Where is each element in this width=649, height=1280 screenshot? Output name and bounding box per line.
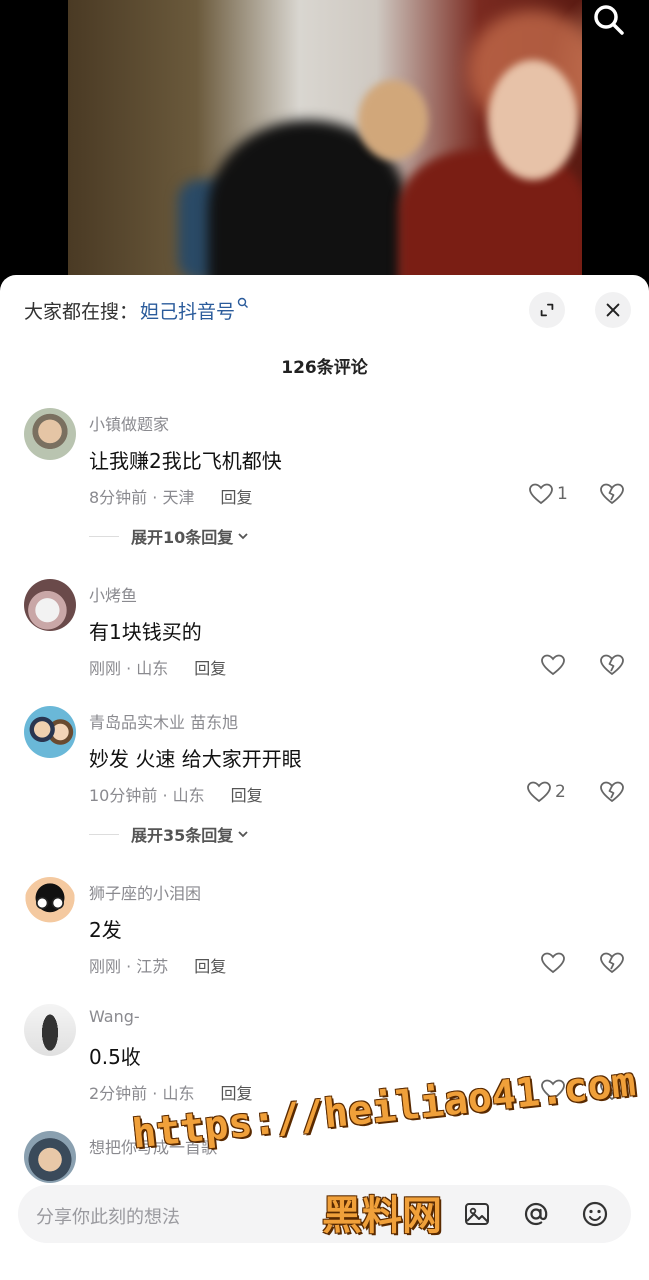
avatar[interactable]: [24, 579, 76, 631]
username[interactable]: 狮子座的小泪困: [89, 880, 201, 904]
expand-replies-label: 展开35条回复: [131, 826, 234, 845]
time-location: 10分钟前 · 山东: [89, 786, 205, 805]
broken-heart-icon: [600, 781, 624, 802]
avatar[interactable]: [24, 1004, 76, 1056]
like-count: 1: [557, 484, 568, 504]
search-icon[interactable]: [591, 2, 627, 38]
dislike-button[interactable]: [599, 951, 625, 975]
comment-text: 2发: [89, 918, 122, 942]
avatar[interactable]: [24, 408, 76, 460]
chevron-down-icon: [237, 825, 249, 844]
like-button[interactable]: 2: [526, 780, 566, 804]
time-location: 刚刚 · 山东: [89, 659, 169, 678]
dislike-button[interactable]: [599, 780, 625, 804]
comment-meta: 刚刚 · 江苏 回复: [89, 953, 226, 977]
like-button[interactable]: [540, 653, 566, 677]
like-button[interactable]: [540, 951, 566, 975]
expand-replies[interactable]: 展开10条回复: [89, 524, 249, 548]
heart-icon: [527, 781, 551, 803]
time-location: 8分钟前 · 天津: [89, 488, 195, 507]
close-icon: [606, 303, 620, 317]
reply-button[interactable]: 回复: [194, 655, 226, 679]
heart-icon: [529, 483, 553, 505]
avatar[interactable]: [24, 706, 76, 758]
expand-replies[interactable]: 展开35条回复: [89, 822, 249, 846]
at-mention-icon[interactable]: [520, 1198, 552, 1230]
comment-text: 妙发 火速 给大家开开眼: [89, 747, 302, 771]
comment-text: 0.5收: [89, 1045, 141, 1069]
like-count: 2: [555, 782, 566, 802]
heart-icon: [541, 952, 565, 974]
image-icon[interactable]: [461, 1198, 493, 1230]
broken-heart-icon: [600, 483, 624, 504]
reply-button[interactable]: 回复: [194, 953, 226, 977]
dislike-button[interactable]: [599, 482, 625, 506]
reply-button[interactable]: 回复: [231, 782, 263, 806]
sheet-header: 大家都在搜： 妲己抖音号: [0, 275, 649, 345]
broken-heart-icon: [600, 654, 624, 675]
avatar[interactable]: [24, 877, 76, 929]
heart-icon: [541, 654, 565, 676]
username[interactable]: 小烤鱼: [89, 582, 137, 606]
dislike-button[interactable]: [599, 653, 625, 677]
comment-meta: 10分钟前 · 山东 回复: [89, 782, 263, 806]
video-frame: [68, 0, 582, 300]
comment-meta: 8分钟前 · 天津 回复: [89, 484, 252, 508]
divider: [89, 535, 119, 537]
username[interactable]: 小镇做题家: [89, 411, 169, 435]
chevron-down-icon: [237, 527, 249, 546]
comment-text: 有1块钱买的: [89, 620, 202, 644]
emoji-icon[interactable]: [579, 1198, 611, 1230]
username[interactable]: Wang-: [89, 1007, 140, 1026]
comment-meta: 刚刚 · 山东 回复: [89, 655, 226, 679]
comment-input[interactable]: 分享你此刻的想法: [36, 1203, 180, 1229]
reply-button[interactable]: 回复: [220, 484, 252, 508]
time-location: 刚刚 · 江苏: [89, 957, 169, 976]
avatar[interactable]: [24, 1131, 76, 1183]
comment-text: 让我赚2我比飞机都快: [89, 449, 282, 473]
expand-icon: [540, 303, 554, 317]
watermark-name: 黑料网: [322, 1193, 442, 1239]
comment-meta: 2分钟前 · 山东 回复: [89, 1080, 252, 1104]
divider: [89, 833, 119, 835]
search-suggestion[interactable]: 大家都在搜： 妲己抖音号: [24, 297, 249, 324]
video-player[interactable]: [0, 0, 649, 300]
small-search-icon: [237, 297, 249, 313]
comment-count: 126条评论: [281, 358, 368, 378]
username[interactable]: 青岛品实木业 苗东旭: [89, 709, 238, 733]
search-prefix: 大家都在搜：: [24, 301, 139, 323]
close-button[interactable]: [595, 292, 631, 328]
expand-button[interactable]: [529, 292, 565, 328]
search-keyword[interactable]: 妲己抖音号: [140, 297, 235, 324]
time-location: 2分钟前 · 山东: [89, 1084, 195, 1103]
like-button[interactable]: 1: [528, 482, 568, 506]
broken-heart-icon: [600, 952, 624, 973]
expand-replies-label: 展开10条回复: [131, 528, 234, 547]
